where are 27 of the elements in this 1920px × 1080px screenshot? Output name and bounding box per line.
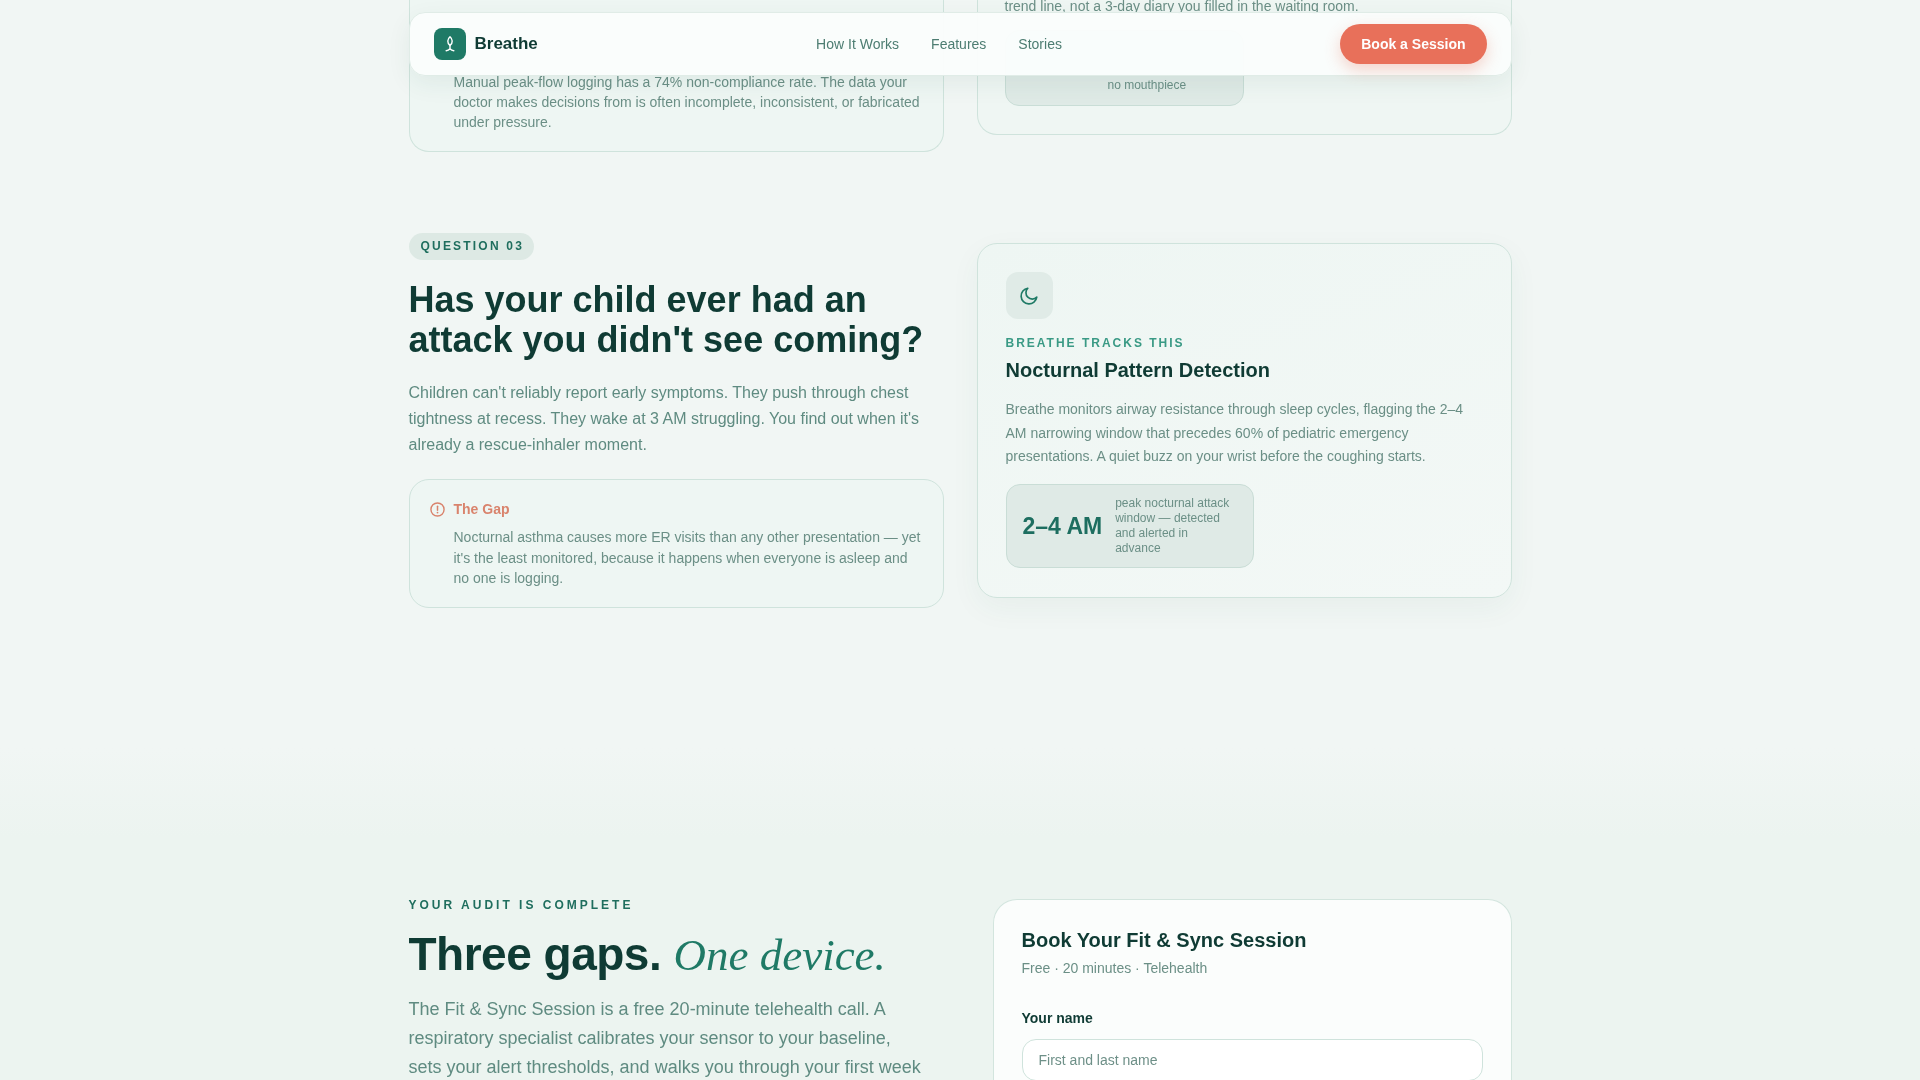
question-heading: Has your child ever had an attack you didn't see coming? (408, 280, 925, 360)
booking-title: Book Your Fit & Sync Session (1021, 927, 1307, 953)
moon-icon (1005, 272, 1053, 319)
audit-eyebrow: YOUR AUDIT IS COMPLETE (408, 896, 634, 913)
callout-title: The Gap (453, 501, 510, 517)
audit-text: The Fit & Sync Session is a free 20-minute telehealth call. A respiratory specialist calibrates your sensor to your baseline, sets your alert thresholds, and walks you through your first week (408, 997, 922, 1079)
question-text: Children can't reliably report early symptoms. They push through chest tightness at recess. They wake at 3 AM struggling. You find out when it's already a rescue-inhaler moment. (408, 383, 921, 455)
callout-text: Nocturnal asthma causes more ER visits than any other presentation — yet it's the least monitored, because it happens when everyone is asleep and no one is logging. (453, 528, 922, 588)
feature-title: Nocturnal Pattern Detection (1005, 358, 1270, 383)
booking-meta: Free · 20 minutes · Telehealth (1021, 958, 1208, 978)
audit-heading: Three gaps. One device. (408, 926, 886, 982)
feature-text: Breathe monitors airway resistance through sleep cycles, flagging the 2–4 AM narrowing window that precedes 60% of pediatric emergency presentations. A quiet buzz on your wrist before the coughing starts. (1005, 400, 1465, 466)
question-badge: QUESTION 03 (408, 233, 535, 260)
stat-caption: no mouthpiece (1107, 78, 1188, 93)
nav-link[interactable]: Stories (1018, 36, 1062, 52)
name-input[interactable]: First and last name (1021, 1038, 1483, 1080)
callout-text: Manual peak-flow logging has a 74% non-compliance rate. The data your doctor makes decisions from is often incomplete, inconsistent, or fabricated under pressure. (453, 73, 921, 132)
book-session-button[interactable]: Book a Session (1340, 24, 1487, 64)
nav-link[interactable]: How It Works (816, 36, 900, 52)
field-label: Your name (1021, 1008, 1093, 1027)
nav-link[interactable]: Features (931, 36, 987, 52)
stat-value: 2–4 AM (1022, 512, 1103, 540)
sprout-icon (433, 28, 466, 60)
stat-caption: peak nocturnal attack window — detected and alerted in advance (1115, 496, 1231, 556)
brand-name: Breathe (474, 34, 538, 54)
alert-icon (429, 501, 445, 517)
feature-eyebrow: BREATHE TRACKS THIS (1005, 335, 1185, 351)
